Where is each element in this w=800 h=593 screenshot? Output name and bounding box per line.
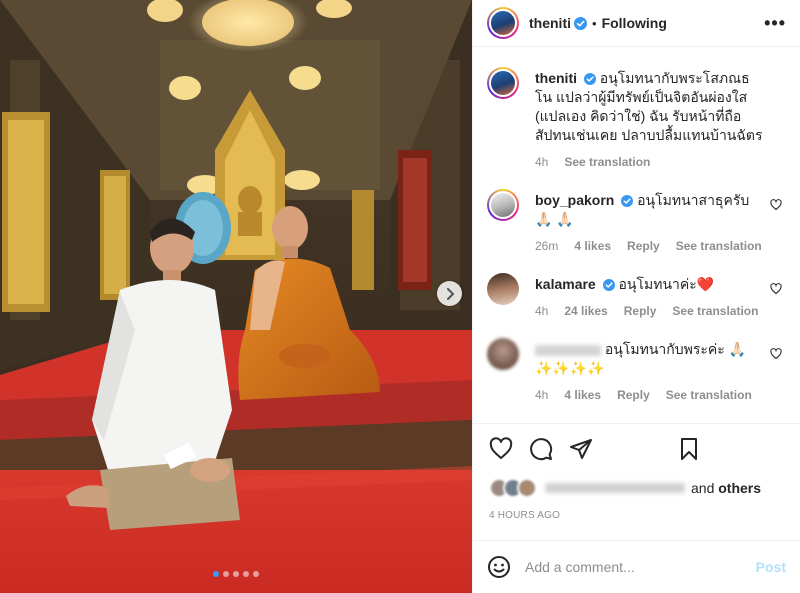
avatar[interactable]	[487, 67, 519, 99]
like-comment-heart-icon[interactable]	[770, 199, 782, 211]
carousel-next-button[interactable]	[437, 281, 462, 306]
carousel-dot	[223, 571, 229, 577]
liked-by-blurred	[545, 483, 685, 493]
comment-text: boy_pakorn อนุโมทนาสาธุครับ 🙏🏻 🙏🏻	[535, 191, 764, 229]
reply-button[interactable]: Reply	[617, 388, 650, 402]
caption: theniti อนุโมทนากับพระโสภณธโน แปลว่าผู้ม…	[487, 67, 786, 169]
add-comment-bar: Post	[473, 540, 800, 593]
comment-item: boy_pakorn อนุโมทนาสาธุครับ 🙏🏻 🙏🏻 26m 4 …	[487, 189, 786, 253]
reply-button[interactable]: Reply	[624, 304, 657, 318]
see-translation-link[interactable]: See translation	[564, 155, 650, 169]
comments-list[interactable]: theniti อนุโมทนากับพระโสภณธโน แปลว่าผู้ม…	[473, 47, 800, 422]
post-header: theniti • Following •••	[473, 0, 800, 47]
carousel-indicator	[0, 571, 472, 577]
comment-likes[interactable]: 24 likes	[564, 304, 607, 318]
comment-likes[interactable]: 4 likes	[564, 388, 601, 402]
save-button[interactable]	[678, 437, 700, 461]
comment-username[interactable]: kalamare	[535, 276, 596, 292]
comment-input[interactable]	[525, 559, 756, 575]
comment-item: อนุโมทนากับพระค่ะ 🙏🏻 ✨✨✨✨ 4h 4 likes Rep…	[487, 338, 786, 402]
bookmark-icon	[681, 437, 697, 460]
caption-time: 4h	[535, 155, 549, 169]
post-photo[interactable]	[0, 0, 472, 593]
like-comment-heart-icon[interactable]	[770, 283, 782, 295]
share-button[interactable]	[569, 437, 593, 461]
avatar	[517, 478, 537, 498]
verified-badge-icon	[602, 279, 615, 292]
comment-time: 4h	[535, 304, 549, 318]
comment-time: 26m	[535, 239, 559, 253]
caption-username[interactable]: theniti	[535, 70, 577, 86]
post-side-panel: theniti • Following ••• theniti อนุโมทนา…	[472, 0, 800, 593]
following-button[interactable]: Following	[602, 15, 667, 31]
verified-badge-icon	[574, 16, 587, 30]
comment-meta: 26m 4 likes Reply See translation	[535, 239, 764, 253]
avatar[interactable]	[487, 338, 519, 370]
and-others-text[interactable]: and others	[691, 480, 761, 496]
paper-plane-icon	[570, 438, 592, 459]
comment-body: อนุโมทนาค่ะ❤️	[618, 276, 715, 292]
emoji-icon[interactable]	[487, 555, 511, 579]
avatar[interactable]	[487, 7, 519, 39]
comment-meta: 4h 4 likes Reply See translation	[535, 388, 764, 402]
avatar[interactable]	[487, 189, 519, 221]
see-translation-link[interactable]: See translation	[676, 239, 762, 253]
verified-badge-icon	[621, 195, 634, 208]
carousel-dot	[253, 571, 259, 577]
like-button[interactable]	[489, 436, 513, 461]
temple-photo-illustration	[0, 0, 472, 593]
comment-meta: 4h 24 likes Reply See translation	[535, 304, 764, 318]
comment-bubble-icon	[530, 437, 553, 460]
like-comment-heart-icon[interactable]	[770, 348, 782, 360]
comment-text: อนุโมทนากับพระค่ะ 🙏🏻 ✨✨✨✨	[535, 340, 764, 378]
comment-username-blurred[interactable]	[535, 344, 601, 356]
post-action-bar	[473, 423, 800, 473]
see-translation-link[interactable]: See translation	[672, 304, 758, 318]
chevron-right-icon	[446, 287, 454, 300]
carousel-dot	[233, 571, 239, 577]
reply-button[interactable]: Reply	[627, 239, 660, 253]
comment-item: kalamare อนุโมทนาค่ะ❤️ 4h 24 likes Reply…	[487, 273, 786, 318]
comment-likes[interactable]: 4 likes	[574, 239, 611, 253]
likes-summary[interactable]: and others	[489, 478, 761, 498]
comment-button[interactable]	[529, 437, 553, 461]
others-link[interactable]: others	[718, 480, 761, 496]
caption-meta: 4h See translation	[535, 155, 764, 169]
verified-badge-icon	[583, 73, 596, 86]
heart-icon	[489, 436, 513, 459]
carousel-dot	[213, 571, 219, 577]
and-word: and	[691, 480, 715, 496]
comment-text: kalamare อนุโมทนาค่ะ❤️	[535, 275, 764, 294]
caption-text: theniti อนุโมทนากับพระโสภณธโน แปลว่าผู้ม…	[535, 69, 764, 145]
post-comment-button[interactable]: Post	[756, 559, 786, 575]
avatar[interactable]	[487, 273, 519, 305]
header-username[interactable]: theniti	[529, 15, 571, 31]
comment-time: 4h	[535, 388, 549, 402]
more-options-icon[interactable]: •••	[764, 14, 786, 32]
comment-username[interactable]: boy_pakorn	[535, 192, 614, 208]
liker-avatars	[489, 478, 537, 498]
see-translation-link[interactable]: See translation	[666, 388, 752, 402]
post-timestamp: 4 HOURS AGO	[489, 510, 561, 521]
carousel-dot	[243, 571, 249, 577]
separator-dot: •	[592, 15, 597, 31]
